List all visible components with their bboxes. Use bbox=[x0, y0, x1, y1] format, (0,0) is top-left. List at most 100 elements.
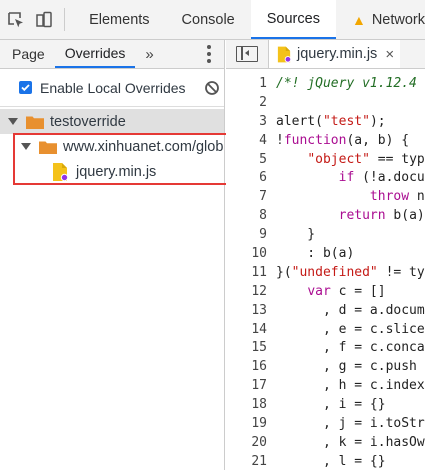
code-text: var c = [] bbox=[276, 283, 385, 302]
editor-file-tab[interactable]: jquery.min.js × bbox=[269, 40, 401, 68]
line-number[interactable]: 9 bbox=[226, 226, 276, 245]
line-number[interactable]: 8 bbox=[226, 207, 276, 226]
code-token: , j = i.toString bbox=[322, 416, 425, 432]
code-line: 9 } bbox=[226, 226, 425, 245]
code-text: /*! jQuery v1.12.4 bbox=[276, 75, 417, 94]
expand-triangle-icon[interactable] bbox=[21, 143, 31, 150]
folder-icon bbox=[26, 116, 44, 129]
clear-overrides-icon[interactable] bbox=[204, 80, 220, 99]
line-number[interactable]: 1 bbox=[226, 75, 276, 94]
inspect-element-icon[interactable] bbox=[2, 0, 30, 39]
tab-elements[interactable]: Elements bbox=[73, 0, 165, 39]
editor-file-tab-label: jquery.min.js bbox=[297, 46, 378, 62]
code-text: !function(a, b) { bbox=[276, 132, 409, 151]
code-token: , e = c.slice bbox=[276, 321, 425, 337]
code-token: "undefined" bbox=[291, 264, 378, 280]
line-number[interactable]: 10 bbox=[226, 245, 276, 264]
tree-item-domain-folder[interactable]: www.xinhuanet.com/global bbox=[0, 134, 224, 159]
code-token: != typeof bbox=[385, 264, 425, 280]
tab-page[interactable]: Page bbox=[0, 40, 55, 68]
code-line: 2 bbox=[226, 94, 425, 113]
code-text: "object" == typeof bbox=[276, 151, 425, 170]
line-number[interactable]: 6 bbox=[226, 169, 276, 188]
line-number[interactable]: 3 bbox=[226, 113, 276, 132]
code-text: }("undefined" != typeof bbox=[276, 264, 425, 283]
code-token: , l = {} bbox=[276, 453, 386, 469]
more-tabs-button[interactable]: » bbox=[135, 40, 163, 68]
device-toolbar-icon[interactable] bbox=[30, 0, 58, 39]
code-text: throw new Error bbox=[276, 188, 425, 207]
code-token: b(a) bbox=[385, 208, 425, 224]
line-number[interactable]: 13 bbox=[226, 302, 276, 321]
sidebar-tabs: Page Overrides » bbox=[0, 40, 224, 69]
code-token: }( bbox=[276, 264, 292, 280]
folder-icon bbox=[39, 141, 57, 154]
more-options-icon[interactable] bbox=[206, 45, 212, 63]
line-number[interactable]: 20 bbox=[226, 434, 276, 453]
code-token: , i = {} bbox=[276, 397, 386, 413]
code-token: ); bbox=[369, 113, 386, 129]
line-number[interactable]: 16 bbox=[226, 358, 276, 377]
code-token: function bbox=[283, 132, 347, 148]
line-number[interactable]: 4 bbox=[226, 132, 276, 151]
code-token: , d = a.document bbox=[322, 302, 425, 318]
enable-overrides-label[interactable]: Enable Local Overrides bbox=[40, 80, 186, 96]
js-file-override-icon bbox=[53, 162, 68, 181]
code-text: , g = c.push bbox=[276, 358, 417, 377]
line-number[interactable]: 11 bbox=[226, 264, 276, 283]
code-line: 19 , j = i.toString bbox=[226, 415, 425, 434]
tree-item-file[interactable]: jquery.min.js bbox=[0, 159, 224, 184]
code-text: } bbox=[276, 226, 315, 245]
code-token: , k = i.hasOwnProperty bbox=[322, 434, 425, 450]
code-editor[interactable]: 1/*! jQuery v1.12.4 2 3 alert("test"); 4 !fun… bbox=[226, 75, 425, 470]
code-text: : b(a) bbox=[276, 245, 354, 264]
tab-sources[interactable]: Sources bbox=[250, 0, 336, 39]
devtools-toolbar: Elements Console Sources ▲ Network bbox=[0, 0, 425, 40]
code-text: return b(a) bbox=[276, 207, 425, 226]
code-line: 8 return b(a) bbox=[226, 207, 425, 226]
tree-item-root-folder[interactable]: testoverride bbox=[0, 109, 224, 134]
code-line: 17 , h = c.indexOf bbox=[226, 377, 425, 396]
code-text: , e = c.slice bbox=[276, 321, 425, 340]
code-token: (!a.document bbox=[362, 170, 425, 186]
line-number[interactable]: 15 bbox=[226, 339, 276, 358]
line-number[interactable]: 7 bbox=[226, 188, 276, 207]
code-token: } bbox=[276, 227, 316, 243]
code-token: (a, b) { bbox=[346, 132, 410, 148]
close-tab-icon[interactable]: × bbox=[385, 46, 394, 63]
tab-overrides[interactable]: Overrides bbox=[54, 40, 136, 68]
editor-pane: jquery.min.js × 1/*! jQuery v1.12.4 2 3 ale… bbox=[226, 40, 425, 470]
code-text: , l = {} bbox=[276, 453, 386, 470]
tab-network-label: Network bbox=[371, 11, 425, 28]
enable-overrides-checkbox[interactable] bbox=[19, 81, 32, 94]
tab-network[interactable]: ▲ Network bbox=[336, 0, 425, 39]
code-token: throw bbox=[369, 189, 410, 205]
code-text: , j = i.toString bbox=[276, 415, 425, 434]
code-token: alert( bbox=[276, 113, 323, 129]
warning-icon: ▲ bbox=[351, 11, 366, 28]
code-text: if (!a.document bbox=[276, 169, 425, 188]
expand-triangle-icon[interactable] bbox=[8, 118, 18, 125]
tab-console[interactable]: Console bbox=[166, 0, 251, 39]
toggle-navigator-icon[interactable] bbox=[236, 46, 258, 62]
js-file-override-icon bbox=[277, 46, 291, 63]
code-token: var bbox=[307, 283, 331, 299]
tree-item-label: www.xinhuanet.com/global bbox=[63, 138, 225, 155]
line-number[interactable]: 19 bbox=[226, 415, 276, 434]
code-token: , g = c.push bbox=[276, 359, 417, 375]
line-number[interactable]: 5 bbox=[226, 151, 276, 170]
line-number[interactable]: 12 bbox=[226, 283, 276, 302]
enable-overrides-row: Enable Local Overrides bbox=[0, 69, 224, 107]
code-line: 10 : b(a) bbox=[226, 245, 425, 264]
line-number[interactable]: 14 bbox=[226, 321, 276, 340]
code-line: 5 "object" == typeof bbox=[226, 151, 425, 170]
line-number[interactable]: 21 bbox=[226, 453, 276, 470]
code-line: 20 , k = i.hasOwnProperty bbox=[226, 434, 425, 453]
line-number[interactable]: 18 bbox=[226, 396, 276, 415]
code-line: 15 , f = c.concat bbox=[226, 339, 425, 358]
code-token: "object" bbox=[307, 151, 370, 167]
line-number[interactable]: 17 bbox=[226, 377, 276, 396]
code-text: , f = c.concat bbox=[276, 339, 425, 358]
line-number[interactable]: 2 bbox=[226, 94, 276, 113]
